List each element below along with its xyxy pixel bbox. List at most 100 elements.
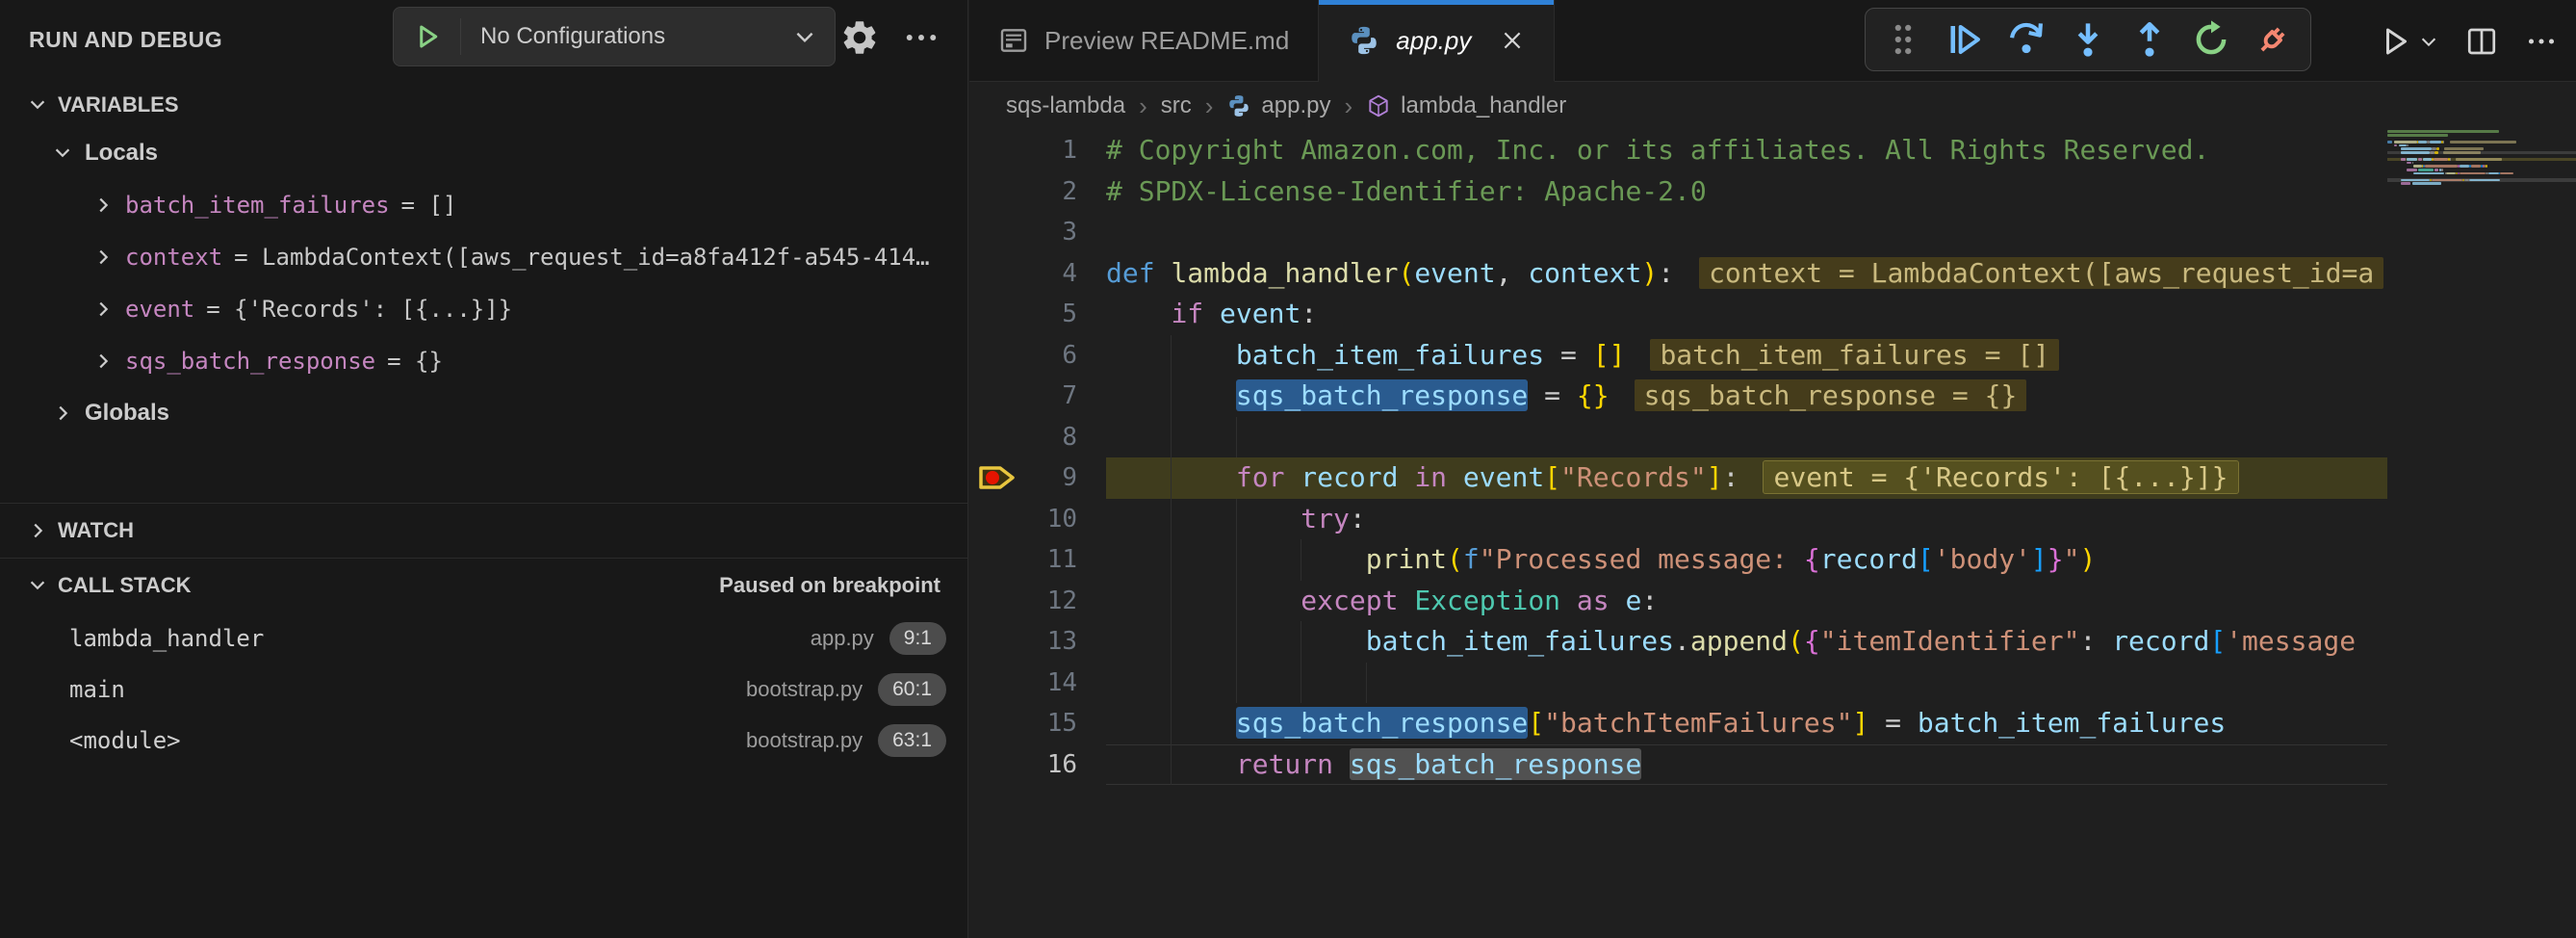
variable-row-batch_item_failures[interactable]: batch_item_failures = [] — [0, 179, 967, 231]
line-number[interactable]: 16 — [1025, 744, 1106, 786]
gutter-glyph-margin[interactable] — [969, 417, 1025, 458]
minimap-line — [2425, 165, 2458, 168]
minimap-line — [2500, 172, 2513, 175]
symbol-method-icon — [1366, 93, 1391, 118]
line-number[interactable]: 3 — [1025, 212, 1106, 253]
stack-frame[interactable]: <module>bootstrap.py63:1 — [0, 715, 967, 766]
variable-value: = [] — [401, 192, 457, 219]
indent-guide — [1366, 663, 1367, 704]
line-number[interactable]: 8 — [1025, 417, 1106, 458]
line-content — [1106, 417, 2387, 458]
line-number[interactable]: 14 — [1025, 663, 1106, 704]
stack-frame[interactable]: lambda_handlerapp.py9:1 — [0, 612, 967, 664]
line-number[interactable]: 2 — [1025, 171, 1106, 213]
split-editor-icon[interactable] — [2464, 24, 2499, 59]
tab-preview-readme[interactable]: Preview README.md — [969, 0, 1319, 81]
chevron-right-icon — [92, 351, 114, 372]
minimap-line — [2413, 172, 2444, 175]
breakpoint-current-line-icon[interactable] — [975, 461, 1019, 494]
scope-locals[interactable]: Locals — [0, 127, 967, 179]
line-content — [1106, 663, 2387, 704]
minimap-line — [2443, 141, 2445, 143]
breadcrumb-item-symbol[interactable]: lambda_handler — [1366, 92, 1566, 119]
gutter-glyph-margin[interactable] — [969, 621, 1025, 663]
minimap-line — [2407, 162, 2411, 165]
start-debug-icon[interactable] — [394, 18, 461, 55]
minimap-line — [2434, 151, 2437, 154]
gutter-glyph-margin[interactable] — [969, 253, 1025, 295]
editor-actions — [2378, 0, 2559, 82]
step-over-icon[interactable] — [2002, 15, 2050, 64]
variable-value: = {} — [387, 348, 443, 375]
indent-guide — [1171, 335, 1172, 377]
line-number[interactable]: 10 — [1025, 499, 1106, 540]
run-python-file-button[interactable] — [2378, 24, 2439, 59]
gutter-glyph-margin[interactable] — [969, 294, 1025, 335]
indent-guide — [1171, 703, 1172, 744]
variable-row-sqs_batch_response[interactable]: sqs_batch_response = {} — [0, 335, 967, 387]
minimap-line — [2434, 158, 2448, 161]
line-number[interactable]: 7 — [1025, 376, 1106, 417]
indent-guide — [1236, 663, 1237, 704]
chevron-right-icon — [27, 520, 48, 541]
line-number[interactable]: 6 — [1025, 335, 1106, 377]
line-content — [1106, 212, 2387, 253]
minimap-line — [2387, 141, 2392, 143]
debug-config-dropdown[interactable]: No Configurations — [393, 7, 836, 66]
gutter-glyph-margin[interactable] — [969, 539, 1025, 581]
line-content: try: — [1106, 499, 2387, 540]
line-number[interactable]: 5 — [1025, 294, 1106, 335]
gutter-glyph-margin[interactable] — [969, 212, 1025, 253]
line-content: if event: — [1106, 294, 2387, 335]
watch-header[interactable]: WATCH — [0, 504, 967, 558]
gear-icon[interactable] — [839, 17, 880, 58]
code-editor[interactable]: 1# Copyright Amazon.com, Inc. or its aff… — [969, 130, 2387, 938]
scope-globals[interactable]: Globals — [0, 387, 967, 439]
editor-group: Preview README.md app.py — [969, 0, 2576, 938]
disconnect-icon[interactable] — [2249, 15, 2297, 64]
minimap[interactable] — [2387, 130, 2576, 938]
more-actions-icon[interactable] — [901, 17, 941, 58]
stack-frame[interactable]: mainbootstrap.py60:1 — [0, 664, 967, 715]
line-number[interactable]: 15 — [1025, 703, 1106, 744]
chevron-down-icon — [27, 94, 48, 116]
gutter-glyph-margin[interactable] — [969, 663, 1025, 704]
gutter-glyph-margin[interactable] — [969, 171, 1025, 213]
breadcrumb-item-file[interactable]: app.py — [1226, 92, 1330, 119]
gutter-glyph-margin[interactable] — [969, 335, 1025, 377]
tab-app-py[interactable]: app.py — [1319, 0, 1555, 82]
close-icon[interactable] — [1500, 28, 1525, 53]
step-out-icon[interactable] — [2125, 15, 2174, 64]
breakpoint-gutter[interactable] — [969, 457, 1025, 499]
minimap-line — [2436, 147, 2439, 150]
breadcrumb-item-folder[interactable]: sqs-lambda — [1006, 92, 1125, 119]
line-number[interactable]: 12 — [1025, 581, 1106, 622]
gutter-glyph-margin[interactable] — [969, 376, 1025, 417]
variables-header[interactable]: VARIABLES — [0, 83, 967, 127]
step-into-icon[interactable] — [2064, 15, 2112, 64]
line-number[interactable]: 9 — [1025, 457, 1106, 499]
code-line-6: 6 batch_item_failures = []batch_item_fai… — [969, 335, 2387, 377]
variable-row-context[interactable]: context = LambdaContext([aws_request_id=… — [0, 231, 967, 283]
gutter-glyph-margin[interactable] — [969, 581, 1025, 622]
line-number[interactable]: 4 — [1025, 253, 1106, 295]
call-stack-header[interactable]: CALL STACK Paused on breakpoint — [0, 559, 967, 612]
gutter-glyph-margin[interactable] — [969, 499, 1025, 540]
gutter-glyph-margin[interactable] — [969, 703, 1025, 744]
continue-icon[interactable] — [1941, 15, 1989, 64]
line-number[interactable]: 1 — [1025, 130, 1106, 171]
variable-row-event[interactable]: event = {'Records': [{...}]} — [0, 283, 967, 335]
drag-grip-icon[interactable] — [1879, 15, 1927, 64]
gutter-glyph-margin[interactable] — [969, 130, 1025, 171]
gutter-glyph-margin[interactable] — [969, 744, 1025, 786]
frame-file: app.py — [811, 626, 874, 651]
variables-list: batch_item_failures = []context = Lambda… — [0, 179, 967, 387]
line-number[interactable]: 11 — [1025, 539, 1106, 581]
line-number[interactable]: 13 — [1025, 621, 1106, 663]
variable-value: = LambdaContext([aws_request_id=a8fa412f… — [234, 244, 929, 271]
indent-guide — [1236, 621, 1237, 663]
more-actions-icon[interactable] — [2524, 24, 2559, 59]
breadcrumb-item-folder[interactable]: src — [1161, 92, 1192, 119]
restart-icon[interactable] — [2187, 15, 2235, 64]
call-stack-frames: lambda_handlerapp.py9:1mainbootstrap.py6… — [0, 612, 967, 766]
